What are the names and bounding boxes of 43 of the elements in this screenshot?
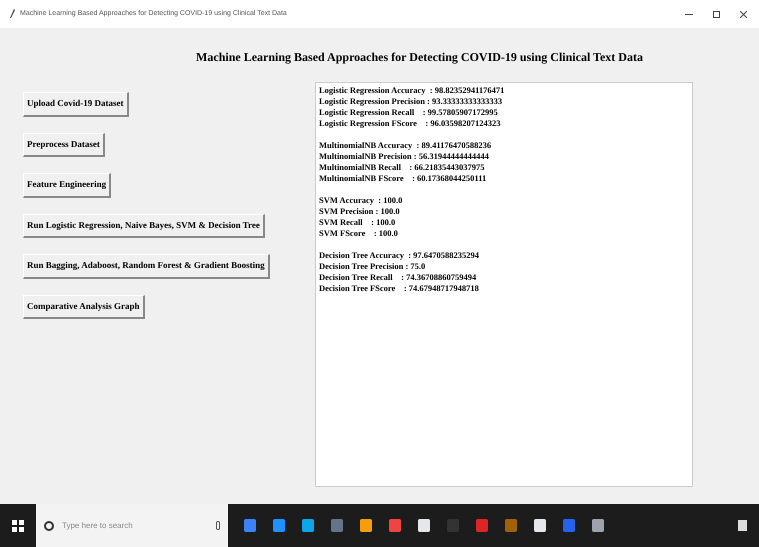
microphone-icon (216, 521, 220, 530)
taskbar-app-icon[interactable] (389, 519, 401, 532)
result-line: MultinomialNB Recall : 66.21835443037975 (319, 162, 486, 173)
action-button[interactable]: Comparative Analysis Graph (23, 294, 145, 319)
feather-icon (8, 9, 16, 19)
taskbar-app-icon[interactable] (331, 519, 343, 532)
result-line: Logistic Regression Recall : 99.57805907172995 (319, 107, 499, 118)
taskbar-app-icon[interactable] (302, 519, 314, 532)
result-line: SVM Accuracy : 100.0 (319, 195, 404, 206)
close-icon[interactable] (740, 10, 747, 18)
windows-logo-icon (12, 520, 24, 532)
taskbar-app-icon[interactable] (418, 519, 430, 532)
notification-icon[interactable] (738, 520, 747, 531)
action-button[interactable]: Preprocess Dataset (23, 132, 105, 157)
taskbar-app-icon[interactable] (505, 519, 517, 532)
taskbar-app-icon[interactable] (563, 519, 575, 532)
search-placeholder: Type here to search (62, 520, 134, 532)
action-button[interactable]: Upload Covid-19 Dataset (23, 92, 129, 116)
result-line: SVM FScore : 100.0 (319, 228, 399, 239)
result-line: Decision Tree Accuracy : 97.6470588235294 (319, 250, 480, 261)
result-line: Logistic Regression Precision : 93.33333333333333 (319, 96, 504, 107)
result-line: MultinomialNB Precision : 56.31944444444444 (319, 151, 490, 162)
maximize-icon[interactable] (713, 10, 720, 18)
result-line: Logistic Regression FScore : 96.03598207124323 (319, 118, 502, 129)
result-line: SVM Precision : 100.0 (319, 206, 401, 217)
result-line: Decision Tree Precision : 75.0 (319, 261, 426, 272)
taskbar-app-icon[interactable] (592, 519, 604, 532)
taskbar-app-icon[interactable] (244, 519, 256, 532)
output-text-area[interactable] (315, 82, 693, 487)
taskbar-app-icon[interactable] (273, 519, 285, 532)
result-line: Decision Tree FScore : 74.67948717948718 (319, 283, 480, 294)
result-line: SVM Recall : 100.0 (319, 217, 396, 228)
action-button[interactable]: Run Bagging, Adaboost, Random Forest & Gradient Boosting (23, 254, 270, 278)
taskbar-app-icon[interactable] (476, 519, 488, 532)
taskbar-app-icon[interactable] (360, 519, 372, 532)
result-line: MultinomialNB Accuracy : 89.41176470588236 (319, 140, 492, 151)
action-button[interactable]: Feature Engineering (23, 173, 112, 198)
action-button[interactable]: Run Logistic Regression, Naive Bayes, SVM & Decision Tree (23, 214, 265, 238)
result-line: Decision Tree Recall : 74.36708860759494 (319, 272, 478, 283)
result-line: MultinomialNB FScore : 60.17368044250111 (319, 173, 488, 184)
page-heading: Machine Learning Based Approaches for Detecting COVID-19 using Clinical Text Data (196, 49, 643, 66)
result-line: Logistic Regression Accuracy : 98.82352941176471 (319, 85, 506, 96)
taskbar-app-icon[interactable] (534, 519, 546, 532)
